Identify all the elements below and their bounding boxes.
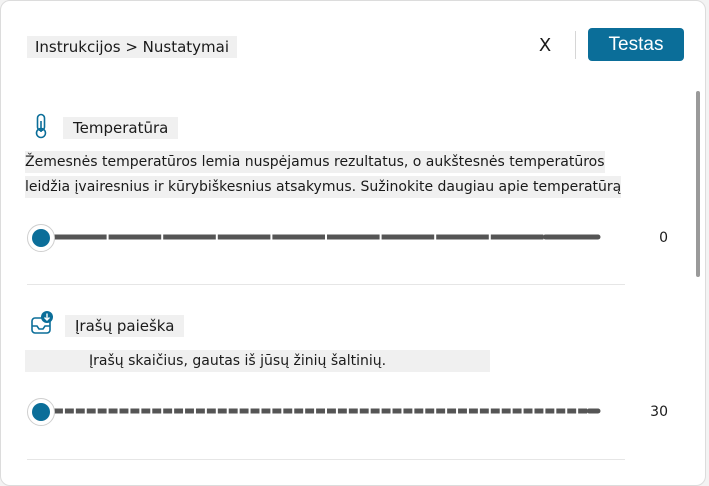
record-search-value: 30 [650,404,668,420]
settings-panel: Instrukcijos > Nustatymai X Testas Tempe… [0,0,706,486]
temperature-label: Temperatūra [63,117,179,139]
temperature-slider[interactable] [27,222,603,252]
temperature-slider-thumb[interactable] [27,224,55,252]
record-search-label: Įrašų paieška [65,315,185,337]
scrollbar[interactable] [694,81,702,481]
temperature-description-line1: Žemesnės temperatūros lemia nuspėjamus r… [25,151,605,173]
header-divider [575,31,576,59]
inbox-download-icon [31,311,53,334]
test-button[interactable]: Testas [588,28,684,61]
temperature-value: 0 [659,230,668,246]
record-search-slider-thumb[interactable] [27,398,55,426]
record-search-slider-track [53,408,601,414]
record-search-description: Įrašų skaičius, gautas iš jūsų žinių šal… [25,350,490,372]
section-divider [27,284,625,285]
scrollbar-thumb[interactable] [696,91,700,277]
temperature-slider-track [53,234,601,240]
temperature-description-line2: leidžia įvairesnius ir kūrybiškesnius at… [25,176,622,198]
thermometer-icon [35,113,47,139]
section-divider-bottom [27,459,625,460]
close-button[interactable]: X [533,34,557,58]
breadcrumb: Instrukcijos > Nustatymai [27,36,238,58]
record-search-slider[interactable] [27,396,603,426]
